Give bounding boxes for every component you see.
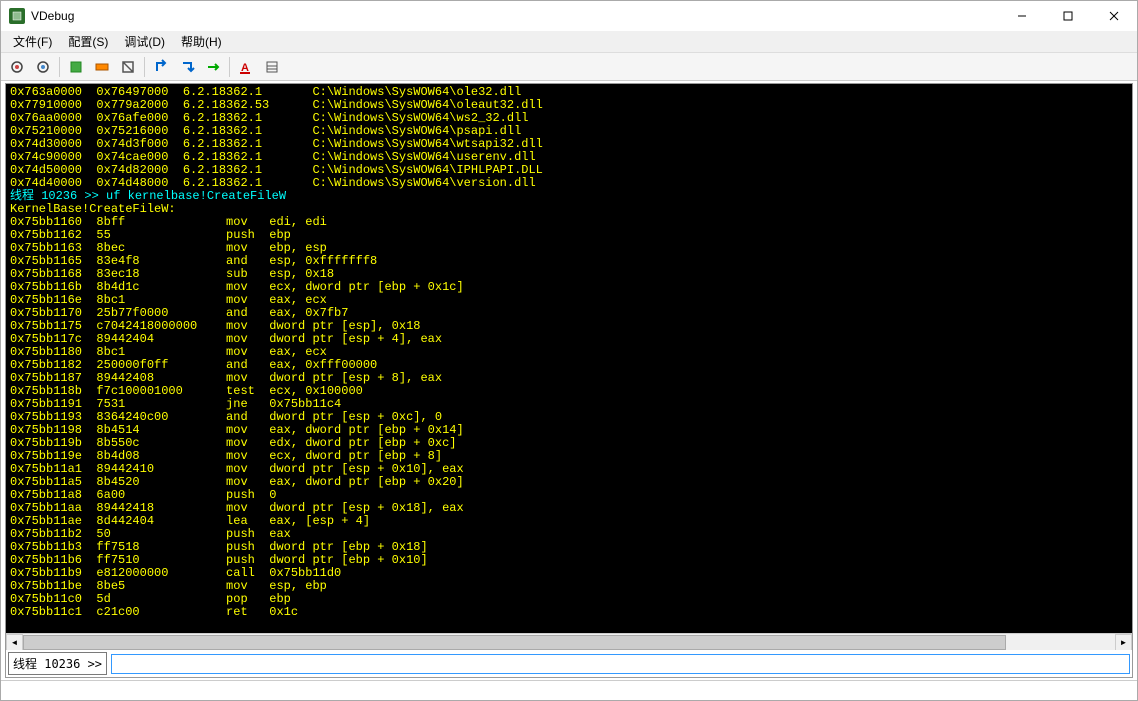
titlebar: VDebug bbox=[1, 1, 1137, 31]
command-input[interactable] bbox=[111, 654, 1130, 674]
console-output[interactable]: 0x763a0000 0x76497000 6.2.18362.1 C:\Win… bbox=[6, 84, 1132, 633]
menu-help[interactable]: 帮助(H) bbox=[173, 31, 230, 52]
toolbar-btn-2[interactable] bbox=[31, 55, 55, 79]
maximize-button[interactable] bbox=[1045, 1, 1091, 31]
menu-config[interactable]: 配置(S) bbox=[60, 31, 116, 52]
scroll-thumb[interactable] bbox=[23, 635, 1006, 650]
toolbar-btn-3[interactable] bbox=[64, 55, 88, 79]
console-wrap: 0x763a0000 0x76497000 6.2.18362.1 C:\Win… bbox=[6, 84, 1132, 650]
minimize-button[interactable] bbox=[999, 1, 1045, 31]
window-buttons bbox=[999, 1, 1137, 31]
main-panel: 0x763a0000 0x76497000 6.2.18362.1 C:\Win… bbox=[5, 83, 1133, 678]
toolbar-btn-5[interactable] bbox=[116, 55, 140, 79]
scroll-track[interactable] bbox=[23, 634, 1115, 651]
toolbar-btn-1[interactable] bbox=[5, 55, 29, 79]
menubar: 文件(F) 配置(S) 调试(D) 帮助(H) bbox=[1, 31, 1137, 53]
app-icon bbox=[9, 8, 25, 24]
window-title: VDebug bbox=[31, 9, 999, 23]
toolbar-btn-7[interactable] bbox=[175, 55, 199, 79]
toolbar-btn-8[interactable] bbox=[201, 55, 225, 79]
close-button[interactable] bbox=[1091, 1, 1137, 31]
horizontal-scrollbar[interactable]: ◄ ► bbox=[6, 633, 1132, 650]
toolbar-sep-2 bbox=[144, 57, 145, 77]
scroll-right-button[interactable]: ► bbox=[1115, 634, 1132, 651]
command-row: 线程 10236 >> bbox=[6, 650, 1132, 677]
toolbar-btn-4[interactable] bbox=[90, 55, 114, 79]
toolbar-sep-3 bbox=[229, 57, 230, 77]
scroll-left-button[interactable]: ◄ bbox=[6, 634, 23, 651]
toolbar-btn-9[interactable]: A bbox=[234, 55, 258, 79]
app-window: VDebug 文件(F) 配置(S) 调试(D) 帮助(H) A 0x763a0… bbox=[0, 0, 1138, 701]
prompt-label: 线程 10236 >> bbox=[8, 652, 107, 675]
toolbar-btn-10[interactable] bbox=[260, 55, 284, 79]
menu-file[interactable]: 文件(F) bbox=[5, 31, 60, 52]
menu-debug[interactable]: 调试(D) bbox=[116, 31, 173, 52]
toolbar-sep-1 bbox=[59, 57, 60, 77]
status-bar bbox=[1, 680, 1137, 700]
toolbar-btn-6[interactable] bbox=[149, 55, 173, 79]
toolbar: A bbox=[1, 53, 1137, 81]
